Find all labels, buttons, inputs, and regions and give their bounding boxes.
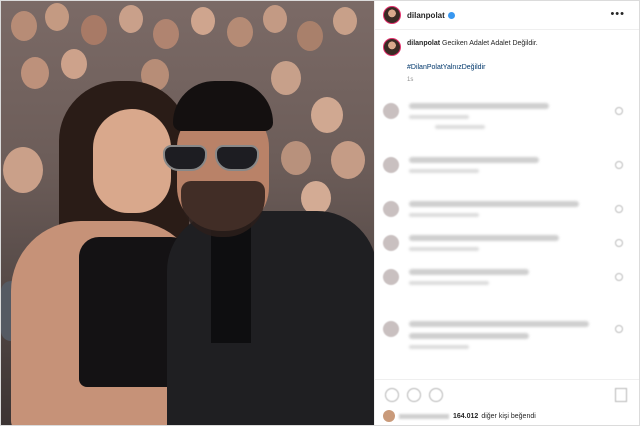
liker-avatar bbox=[383, 410, 395, 422]
more-horizontal-icon[interactable]: ••• bbox=[610, 8, 625, 20]
heart-icon[interactable] bbox=[385, 388, 399, 402]
instagram-post: dilanpolat ••• dilanpolat Geciken Adalet… bbox=[0, 0, 640, 426]
post-header: dilanpolat ••• bbox=[375, 1, 639, 30]
commenter-avatar[interactable] bbox=[383, 201, 399, 217]
caption-body: Geciken Adalet Adalet Değildir. bbox=[442, 40, 538, 47]
username[interactable]: dilanpolat bbox=[407, 11, 445, 20]
comment-icon[interactable] bbox=[407, 388, 421, 402]
caption-username[interactable]: dilanpolat bbox=[407, 40, 440, 47]
caption-text: dilanpolat Geciken Adalet Adalet Değildi… bbox=[407, 38, 538, 56]
caption-avatar[interactable] bbox=[383, 38, 401, 56]
commenter-avatar[interactable] bbox=[383, 103, 399, 119]
comment-item bbox=[383, 157, 633, 179]
post-time: 1s bbox=[407, 77, 414, 83]
comment-like-icon[interactable] bbox=[615, 205, 623, 213]
comment-like-icon[interactable] bbox=[615, 107, 623, 115]
liker-name-blurred bbox=[399, 413, 449, 419]
verified-badge-icon bbox=[447, 11, 455, 19]
likes-count: 164.012 bbox=[453, 412, 479, 420]
comment-like-icon[interactable] bbox=[615, 273, 623, 281]
comment-item bbox=[383, 321, 633, 355]
comment-item bbox=[383, 269, 633, 291]
comment-item bbox=[383, 201, 633, 223]
sunglasses bbox=[163, 145, 263, 173]
post-photo[interactable] bbox=[1, 1, 374, 425]
post-sidebar: dilanpolat ••• dilanpolat Geciken Adalet… bbox=[374, 1, 639, 425]
comment-like-icon[interactable] bbox=[615, 239, 623, 247]
hashtag-link[interactable]: #DilanPolatYalnızDeğildir bbox=[407, 64, 639, 71]
man-suit bbox=[167, 211, 374, 425]
bookmark-icon[interactable] bbox=[615, 388, 627, 402]
commenter-avatar[interactable] bbox=[383, 269, 399, 285]
avatar[interactable] bbox=[383, 6, 401, 24]
share-icon[interactable] bbox=[429, 388, 443, 402]
comment-item bbox=[383, 235, 633, 257]
comment-like-icon[interactable] bbox=[615, 325, 623, 333]
caption: dilanpolat Geciken Adalet Adalet Değildi… bbox=[375, 30, 639, 56]
likes-suffix: diğer kişi beğendi bbox=[481, 412, 536, 420]
comment-like-icon[interactable] bbox=[615, 161, 623, 169]
post-actions: 164.012 diğer kişi beğendi bbox=[375, 379, 639, 426]
likes-summary[interactable]: 164.012 diğer kişi beğendi bbox=[383, 410, 536, 422]
commenter-avatar[interactable] bbox=[383, 235, 399, 251]
commenter-avatar[interactable] bbox=[383, 321, 399, 337]
commenter-avatar[interactable] bbox=[383, 157, 399, 173]
man-shirt bbox=[211, 223, 251, 343]
woman-face bbox=[93, 109, 171, 213]
comment-item bbox=[383, 103, 633, 135]
